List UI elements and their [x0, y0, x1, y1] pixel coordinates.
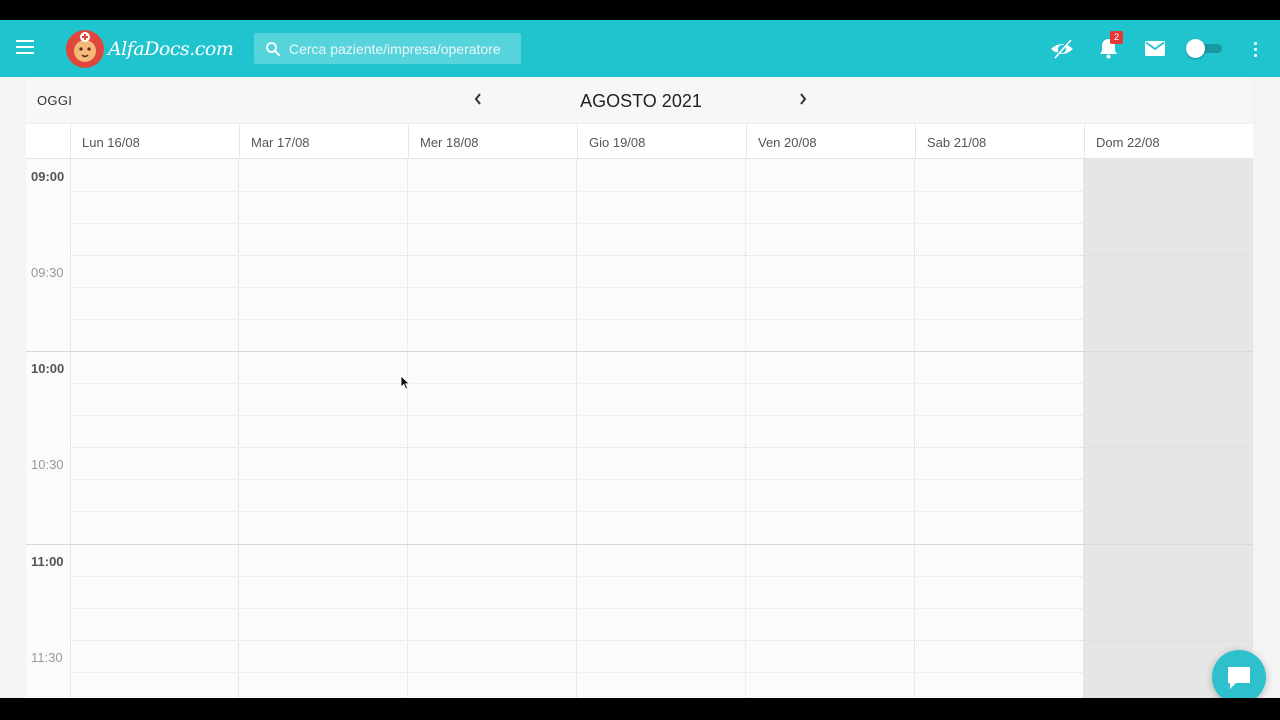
day-header-row: Lun 16/08 Mar 17/08 Mer 18/08 Gio 19/08 … — [26, 123, 1253, 160]
grid-line — [26, 351, 1253, 352]
app-window: AlfaDocs.com 2 — [0, 20, 1280, 698]
grid-line — [70, 319, 1253, 320]
grid-line — [26, 544, 1253, 545]
time-label: 10:00 — [31, 361, 65, 376]
day-header[interactable]: Mar 17/08 — [239, 124, 408, 160]
grid-line — [70, 576, 1253, 577]
grid-line — [70, 640, 1253, 641]
day-column[interactable] — [408, 159, 577, 698]
grid-line — [70, 511, 1253, 512]
time-label: 11:00 — [31, 554, 64, 569]
day-header[interactable]: Gio 19/08 — [577, 124, 746, 160]
time-label: 10:30 — [31, 457, 64, 472]
menu-icon[interactable] — [16, 40, 36, 56]
grid-line — [70, 479, 1253, 480]
chat-button[interactable] — [1212, 650, 1266, 698]
top-bar: AlfaDocs.com 2 — [0, 20, 1280, 77]
notification-badge: 2 — [1110, 31, 1123, 44]
grid-line — [70, 255, 1253, 256]
chevron-right-icon[interactable] — [798, 92, 808, 106]
calendar-toolbar: OGGI AGOSTO 2021 — [26, 77, 1253, 123]
day-column[interactable] — [70, 159, 239, 698]
month-title: AGOSTO 2021 — [580, 91, 702, 111]
toggle-knob — [1186, 39, 1205, 58]
search-box[interactable] — [254, 33, 521, 64]
grid-line — [70, 672, 1253, 673]
day-header[interactable]: Sab 21/08 — [915, 124, 1084, 160]
day-column[interactable] — [746, 159, 915, 698]
chevron-left-icon[interactable] — [473, 92, 483, 106]
more-vert-icon[interactable] — [1254, 42, 1258, 58]
search-input[interactable] — [289, 33, 517, 64]
grid-line — [70, 415, 1253, 416]
day-column[interactable] — [1084, 159, 1253, 698]
column-divider — [70, 159, 71, 698]
toggle-switch[interactable] — [1186, 39, 1222, 58]
mouse-cursor-icon — [400, 375, 410, 390]
grid-line — [70, 287, 1253, 288]
time-label: 11:30 — [31, 650, 63, 665]
brand-name: AlfaDocs.com — [108, 38, 234, 60]
mail-icon[interactable] — [1145, 41, 1165, 56]
search-icon — [266, 42, 281, 57]
day-header[interactable]: Ven 20/08 — [746, 124, 915, 160]
column-divider — [914, 159, 915, 698]
column-divider — [1083, 159, 1084, 698]
column-divider — [745, 159, 746, 698]
grid-line — [70, 223, 1253, 224]
column-divider — [407, 159, 408, 698]
time-grid: 09:00 09:30 10:00 10:30 11:00 11:30 — [26, 159, 1253, 698]
grid-line — [70, 447, 1253, 448]
time-label: 09:00 — [31, 169, 65, 184]
day-header[interactable]: Lun 16/08 — [70, 124, 239, 160]
calendar: OGGI AGOSTO 2021 Lun 16/08 Mar 17/08 Mer… — [26, 77, 1253, 698]
grid-line — [70, 608, 1253, 609]
grid-line — [70, 383, 1253, 384]
day-header[interactable]: Dom 22/08 — [1084, 124, 1253, 160]
time-label: 09:30 — [31, 265, 64, 280]
privacy-eye-icon[interactable] — [1050, 38, 1074, 60]
today-button[interactable]: OGGI — [37, 93, 72, 108]
lion-logo-icon — [66, 30, 104, 68]
column-divider — [238, 159, 239, 698]
column-divider — [576, 159, 577, 698]
brand-logo[interactable]: AlfaDocs.com — [64, 28, 234, 70]
grid-line — [70, 191, 1253, 192]
day-column[interactable] — [239, 159, 408, 698]
day-column[interactable] — [915, 159, 1084, 698]
chat-bubble-icon — [1228, 667, 1250, 689]
day-column[interactable] — [577, 159, 746, 698]
day-header[interactable]: Mer 18/08 — [408, 124, 577, 160]
